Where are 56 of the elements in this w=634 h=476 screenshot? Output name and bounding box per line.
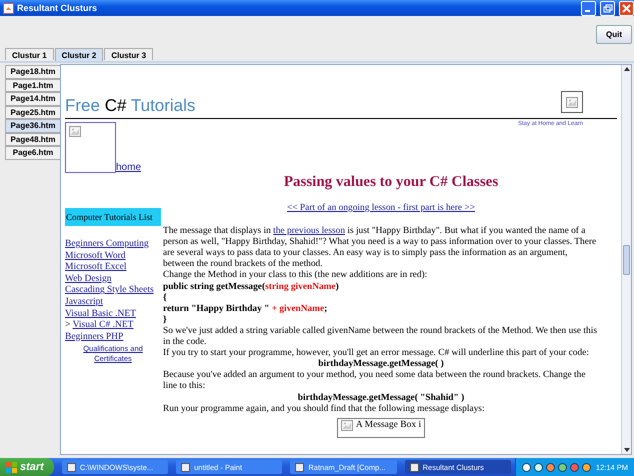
- restore-icon[interactable]: [600, 0, 615, 16]
- paragraph: So we've just added a string variable called givenName between the round brackets of the Method. We then use this in the code.: [163, 326, 598, 348]
- sidebar-link[interactable]: Microsoft Word: [65, 250, 126, 262]
- paragraph: If you try to start your programme, however, you'll get an error message. C# will underline this part of your code:: [163, 348, 590, 360]
- sidebar-link[interactable]: Beginners Computing: [65, 239, 149, 251]
- site-logo[interactable]: Free C# Tutorials: [65, 96, 196, 116]
- code-line: }: [163, 314, 168, 326]
- scroll-up-icon: [622, 65, 630, 73]
- app-icon: [3, 2, 14, 14]
- quit-button[interactable]: Quit: [596, 25, 632, 44]
- paragraph: Because you've added an argument to your method, you need some data between the round brackets. Change the line to this:: [163, 370, 586, 392]
- code-line: birthdayMessage.getMessage( "Shahid" ): [296, 392, 466, 404]
- cluster-tab[interactable]: Clustur 2: [54, 48, 104, 61]
- sidebar-link[interactable]: Cascading Style Sheets: [65, 285, 154, 297]
- minimize-icon[interactable]: [581, 0, 596, 16]
- paragraph: Run your programme again, and you should find that the following message displays:: [163, 404, 486, 415]
- home-link[interactable]: home: [116, 162, 142, 173]
- lesson-link[interactable]: << Part of an ongoing lesson - first part is here >>: [286, 203, 476, 213]
- cluster-tab[interactable]: Clustur 3: [104, 48, 154, 60]
- program-icon: [66, 462, 76, 472]
- program-icon: [181, 462, 190, 472]
- page-tab[interactable]: Page1.htm: [5, 78, 60, 92]
- sidebar-link[interactable]: Visual Basic .NET: [65, 308, 136, 320]
- lesson-link[interactable]: the previous lesson: [273, 226, 346, 236]
- broken-image-icon: [340, 420, 353, 431]
- page-tab[interactable]: Page25.htm: [5, 106, 60, 119]
- close-icon[interactable]: [619, 0, 634, 16]
- code-line: {: [163, 292, 168, 304]
- page-tab[interactable]: Page18.htm: [5, 65, 60, 78]
- sidebar-title: Computer Tutorials List: [65, 208, 161, 226]
- sidebar-link[interactable]: Web Design: [65, 274, 112, 286]
- sidebar-link[interactable]: Visual C# .NET: [72, 320, 134, 330]
- window-title: Resultant Clusturs: [17, 3, 98, 13]
- sidebar-link[interactable]: Beginners PHP: [65, 332, 124, 344]
- code-line: return "Happy Birthday " + givenName;: [163, 304, 328, 315]
- page-tab[interactable]: Page14.htm: [5, 92, 60, 106]
- scrollbar[interactable]: [621, 65, 631, 454]
- sidebar-link[interactable]: Javascript: [65, 296, 103, 309]
- page-tab[interactable]: Page6.htm: [5, 146, 60, 160]
- page-tab[interactable]: Page36.htm: [5, 119, 60, 132]
- program-icon: [295, 462, 304, 472]
- paragraph: The message that displays in the previous lesson is just "Happy Birthday". But what if you wanted the name of a person as well, "Happy Birthday, Shahid!"? What you need is a way to pass information over to your classes. There are several ways to pass data to your classes. An easy way is to simply pass the information as an argument, between the round brackets of the method.: [163, 226, 598, 270]
- windows-logo-icon: [6, 462, 17, 472]
- code-line: birthdayMessage.getMessage( ): [317, 359, 445, 370]
- cluster-tab[interactable]: Clustur 1: [5, 48, 54, 60]
- sidebar-link[interactable]: Microsoft Excel: [65, 262, 126, 274]
- scroll-down-icon: [622, 446, 630, 454]
- broken-image-icon: [69, 126, 81, 137]
- page-heading: Passing values to your C# Classes: [282, 174, 500, 191]
- current-marker: >: [65, 320, 70, 330]
- page-tab[interactable]: Page48.htm: [5, 132, 60, 146]
- paragraph: Change the Method in your class to this (the new additions are in red):: [163, 270, 428, 282]
- broken-image-icon: [566, 96, 578, 108]
- image-caption: A Message Box i: [356, 420, 422, 431]
- code-line: public string getMessage(string givenName): [163, 282, 340, 293]
- program-icon: [410, 462, 419, 472]
